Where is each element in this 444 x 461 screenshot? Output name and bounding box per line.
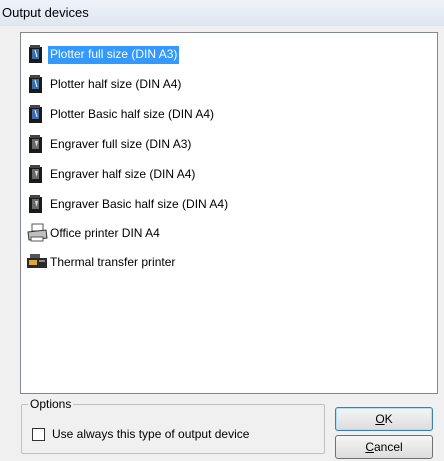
plotter-icon: [29, 105, 42, 123]
window-title: Output devices: [2, 5, 89, 20]
device-item-office-printer[interactable]: Office printer DIN A4: [26, 222, 426, 244]
options-group: Options Use always this type of output d…: [21, 397, 325, 454]
ok-label-rest: K: [384, 412, 393, 426]
device-label: Engraver half size (DIN A4): [50, 167, 196, 181]
device-item-engraver-full-a3[interactable]: Engraver full size (DIN A3): [26, 133, 426, 155]
ok-button[interactable]: OK: [335, 407, 433, 431]
ok-mnemonic: O: [375, 412, 385, 426]
device-label: Plotter full size (DIN A3): [46, 45, 181, 65]
device-label: Thermal transfer printer: [50, 255, 176, 269]
output-devices-dialog: Plotter full size (DIN A3) Plotter half …: [0, 26, 444, 461]
device-label: Engraver full size (DIN A3): [50, 137, 192, 151]
device-item-thermal-transfer-printer[interactable]: Thermal transfer printer: [26, 251, 426, 273]
thermal-printer-icon: [27, 254, 47, 268]
cancel-mnemonic: C: [365, 440, 374, 454]
use-always-checkbox-label[interactable]: Use always this type of output device: [52, 427, 249, 441]
engraver-icon: [29, 195, 42, 213]
cancel-label-rest: ancel: [373, 440, 403, 454]
cancel-button[interactable]: Cancel: [335, 435, 433, 459]
engraver-icon: [29, 135, 42, 153]
device-item-plotter-half-a4[interactable]: Plotter half size (DIN A4): [26, 73, 426, 95]
device-list[interactable]: Plotter full size (DIN A3) Plotter half …: [20, 32, 438, 394]
device-label: Plotter Basic half size (DIN A4): [50, 107, 215, 121]
plotter-icon: [29, 75, 42, 93]
device-label: Plotter half size (DIN A4): [50, 77, 182, 91]
device-label: Engraver Basic half size (DIN A4): [50, 197, 229, 211]
use-always-checkbox[interactable]: [32, 428, 45, 441]
device-label: Office printer DIN A4: [50, 226, 160, 240]
device-item-plotter-basic-half-a4[interactable]: Plotter Basic half size (DIN A4): [26, 103, 426, 125]
device-item-engraver-half-a4[interactable]: Engraver half size (DIN A4): [26, 163, 426, 185]
device-item-plotter-full-a3[interactable]: Plotter full size (DIN A3): [26, 43, 426, 65]
options-legend: Options: [28, 397, 74, 411]
title-bar: Output devices: [0, 0, 444, 27]
plotter-icon: [29, 45, 42, 63]
office-printer-icon: [27, 223, 48, 242]
device-item-engraver-basic-half-a4[interactable]: Engraver Basic half size (DIN A4): [26, 193, 426, 215]
engraver-icon: [29, 165, 42, 183]
